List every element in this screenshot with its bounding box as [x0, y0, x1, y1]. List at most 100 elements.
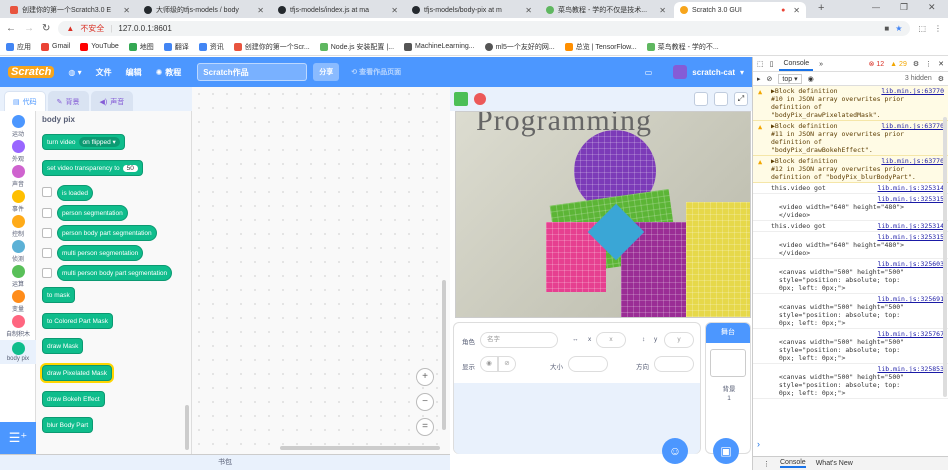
drawer-tab-console[interactable]: Console — [780, 459, 806, 468]
log-source-link[interactable]: lib.min.js:325315 — [877, 195, 944, 203]
drawer-menu-icon[interactable]: ⋮ — [763, 460, 770, 468]
bookmark[interactable]: 翻译 — [163, 42, 189, 52]
log-source-link[interactable]: lib.min.js:325691 — [877, 295, 944, 303]
y-input[interactable]: y — [664, 332, 694, 348]
close-icon[interactable]: ✕ — [391, 6, 398, 15]
block-blur-body-part[interactable]: blur Body Part — [42, 417, 94, 433]
account-menu[interactable]: ▭ scratch-cat ▾ — [645, 65, 744, 79]
log-source-link[interactable]: lib.min.js:325853 — [877, 365, 944, 373]
close-icon[interactable]: ✕ — [793, 6, 800, 15]
window-close-button[interactable]: ✕ — [928, 2, 936, 13]
settings-icon[interactable]: ⚙ — [938, 75, 944, 83]
reporter-checkbox[interactable] — [42, 228, 52, 238]
stage-canvas[interactable]: Programming — [455, 111, 751, 318]
block-draw-mask[interactable]: draw Mask — [42, 338, 84, 354]
error-count[interactable]: ⊗ 12 — [869, 60, 885, 68]
warning-count[interactable]: ▲ 29 — [890, 61, 907, 68]
block-to-colored-part-mask[interactable]: to Colored Part Mask — [42, 313, 114, 329]
bookmark[interactable]: ml5一个友好的网... — [484, 42, 555, 52]
close-icon[interactable]: ✕ — [938, 60, 944, 68]
block-turn-video[interactable]: turn video on flipped ▾ — [42, 134, 125, 150]
menu-icon[interactable]: ⋮ — [925, 60, 932, 68]
log-source-link[interactable]: lib.min.js:63770 — [881, 157, 944, 165]
add-extension-button[interactable]: ☰⁺ — [0, 422, 36, 454]
browser-tab[interactable]: 创建你的第一个Scratch3.0 E ✕ — [4, 2, 136, 18]
tab-sounds[interactable]: ◀) 声音 — [90, 91, 134, 111]
sprite-name-input[interactable]: 名字 — [480, 332, 558, 348]
browser-tab[interactable]: 大师级的tfjs-models / body ✕ — [138, 2, 270, 18]
category-motion[interactable]: 运动 — [0, 115, 36, 138]
stop-icon[interactable] — [474, 93, 486, 105]
project-title-input[interactable]: Scratch作品 — [197, 63, 308, 81]
back-icon[interactable]: ← — [6, 23, 16, 34]
category-control[interactable]: 控制 — [0, 215, 36, 238]
show-visible-button[interactable]: ◉ — [480, 356, 498, 372]
zoom-out-button[interactable]: − — [416, 393, 434, 411]
category-body-pix[interactable]: body pix — [0, 340, 36, 364]
bookmark[interactable]: 地图 — [128, 42, 154, 52]
block-person-body-part-segmentation[interactable]: person body part segmentation — [57, 225, 157, 241]
log-source-link[interactable]: lib.min.js:325314 — [877, 184, 944, 192]
block-draw-pixelated-mask[interactable]: draw Pixelated Mask — [42, 365, 112, 381]
x-input[interactable]: x — [596, 332, 626, 348]
log-source-link[interactable]: lib.min.js:325314 — [877, 222, 944, 230]
context-select[interactable]: top ▾ — [778, 73, 802, 84]
console-warning-row[interactable]: ▲ lib.min.js:63770 ▶Block definition #12 i… — [753, 156, 948, 183]
close-icon[interactable]: ✕ — [525, 6, 532, 15]
minimize-button[interactable]: — — [872, 3, 880, 12]
bookmark[interactable]: 菜鸟教程 - 学的不... — [646, 42, 719, 52]
stage-selector[interactable]: 舞台 背景 1 — [705, 322, 751, 454]
tab-code[interactable]: ▤ 代码 — [4, 91, 46, 111]
log-source-link[interactable]: lib.min.js:325767 — [877, 330, 944, 338]
tab-backdrops[interactable]: ✎ 背景 — [47, 91, 89, 111]
device-icon[interactable]: ▯ — [770, 60, 774, 68]
star-icon[interactable]: ★ — [895, 24, 902, 33]
block-to-mask[interactable]: to mask — [42, 287, 75, 303]
console-warning-row[interactable]: ▲ lib.min.js:63770 ▶Block definition #10 i… — [753, 86, 948, 121]
zoom-in-button[interactable]: + — [416, 368, 434, 386]
settings-icon[interactable]: ⚙ — [913, 60, 919, 68]
extensions-icon[interactable]: ⬚ — [918, 24, 926, 33]
menu-icon[interactable]: ⋮ — [934, 24, 942, 33]
small-stage-button[interactable] — [694, 92, 708, 106]
green-flag-icon[interactable] — [454, 92, 468, 106]
show-hidden-button[interactable]: ⊘ — [498, 356, 516, 372]
fullscreen-button[interactable]: ⤢ — [734, 92, 748, 106]
scratch-logo[interactable]: Scratch — [8, 66, 55, 78]
bookmark[interactable]: Gmail — [41, 42, 70, 51]
new-tab-button[interactable]: + — [818, 2, 824, 14]
console-log-row[interactable]: lib.min.js:325853 <canvas width="500" he… — [753, 364, 948, 399]
bookmark[interactable]: 创建你的第一个Scr... — [233, 42, 310, 52]
reporter-checkbox[interactable] — [42, 248, 52, 258]
url-field[interactable]: ▲ 不安全 | 127.0.0.1:8601 ■ ★ — [58, 20, 911, 36]
close-icon[interactable]: ✕ — [257, 6, 264, 15]
block-multi-person-body-part-segmentation[interactable]: multi person body part segmentation — [57, 265, 173, 281]
drawer-tab-whats-new[interactable]: What's New — [816, 460, 853, 467]
category-operators[interactable]: 运算 — [0, 265, 36, 288]
workspace-scrollbar[interactable] — [442, 280, 446, 430]
category-looks[interactable]: 外观 — [0, 140, 36, 163]
category-my-blocks[interactable]: 自制积木 — [0, 315, 36, 338]
bookmark[interactable]: 应用 — [6, 42, 31, 52]
code-workspace[interactable] — [192, 87, 450, 454]
browser-tab-active[interactable]: Scratch 3.0 GUI ● ✕ — [674, 2, 806, 18]
block-person-segmentation[interactable]: person segmentation — [57, 205, 128, 221]
video-option-dropdown[interactable]: on flipped ▾ — [78, 137, 120, 147]
category-variables[interactable]: 变量 — [0, 290, 36, 313]
console-log-row[interactable]: lib.min.js:325315 <video width="640" hei… — [753, 194, 948, 221]
bookmark[interactable]: 资讯 — [198, 42, 224, 52]
category-sensing[interactable]: 侦测 — [0, 240, 36, 263]
console-warning-row[interactable]: ▲ lib.min.js:63770 ▶Block definition #11 i… — [753, 121, 948, 156]
add-backdrop-button[interactable]: ▣ — [713, 438, 739, 464]
inspect-icon[interactable]: ⬚ — [757, 60, 764, 68]
browser-tab[interactable]: tfjs-models/body-pix at m ✕ — [406, 2, 538, 18]
block-multi-person-segmentation[interactable]: multi person segmentation — [57, 245, 144, 261]
clear-icon[interactable]: ⊘ — [767, 75, 773, 83]
share-button[interactable]: 分享 — [313, 63, 340, 81]
block-draw-bokeh-effect[interactable]: draw Bokeh Effect — [42, 391, 105, 407]
reporter-checkbox[interactable] — [42, 268, 52, 278]
bookmark[interactable]: MachineLearning... — [404, 42, 475, 51]
bookmark[interactable]: YouTube — [80, 42, 119, 51]
backpack-bar[interactable]: 书包 — [0, 454, 450, 470]
console-log-row[interactable]: lib.min.js:325314 this.video got — [753, 183, 948, 194]
